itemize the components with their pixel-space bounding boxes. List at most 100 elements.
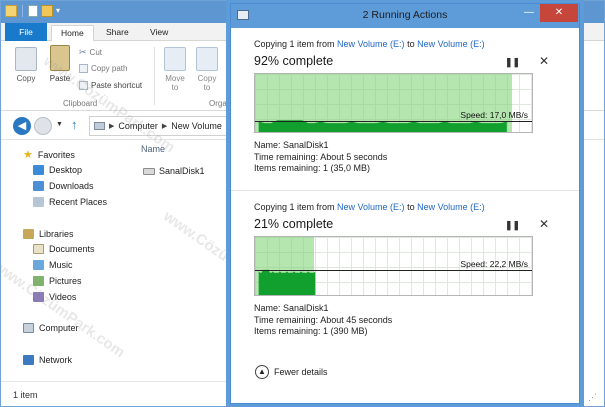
destination-link[interactable]: New Volume (E:) <box>417 39 485 49</box>
resize-grip-icon[interactable]: ⋰ <box>588 392 597 403</box>
items-remaining-detail: Items remaining: 1 (390 MB) <box>254 326 368 336</box>
chevron-up-icon: ▲ <box>255 365 269 379</box>
cancel-icon[interactable]: ✕ <box>539 54 549 68</box>
sidebar-item-favorites[interactable]: ★ Favorites <box>23 149 75 161</box>
copy-path-label: Copy path <box>91 64 128 73</box>
transfer-speed-graph: Speed: 17,0 MB/s <box>254 73 533 133</box>
sidebar-item-label: Pictures <box>49 276 82 286</box>
description-to: to <box>404 202 418 212</box>
close-button[interactable]: ✕ <box>540 4 578 22</box>
status-bar-divider <box>1 381 231 382</box>
clipboard-group-label: Clipboard <box>63 99 98 108</box>
cut-label: Cut <box>89 48 102 57</box>
libraries-icon <box>23 229 34 239</box>
virtual-disk-icon <box>143 167 155 175</box>
cancel-icon[interactable]: ✕ <box>539 217 549 231</box>
speed-history-fill <box>258 120 507 132</box>
description-prefix: Copying 1 item from <box>254 39 338 49</box>
music-icon <box>33 260 44 270</box>
organize-group-label: Orga <box>209 99 227 108</box>
move-to-button[interactable]: Move to <box>161 47 189 92</box>
pause-icon[interactable]: ❚❚ <box>505 220 520 231</box>
copy-to-button[interactable]: Copy to <box>193 47 221 92</box>
time-remaining-detail: Time remaining: About 5 seconds <box>254 151 388 162</box>
breadcrumb-computer[interactable]: Computer <box>118 121 158 131</box>
sidebar-item-music[interactable]: Music <box>33 260 73 270</box>
sidebar-item-label: Recent Places <box>49 197 108 207</box>
forward-arrow-icon[interactable] <box>34 117 52 135</box>
name-column-header[interactable]: Name <box>141 144 165 154</box>
sidebar-item-videos[interactable]: Videos <box>33 292 76 302</box>
chevron-down-icon[interactable]: ▾ <box>56 5 60 17</box>
sidebar-item-downloads[interactable]: Downloads <box>33 181 94 191</box>
paste-label: Paste <box>49 74 71 83</box>
sidebar-item-libraries[interactable]: Libraries <box>23 229 74 239</box>
back-arrow-icon[interactable]: ◀ <box>13 117 31 135</box>
sidebar-item-label: Desktop <box>49 165 83 175</box>
breadcrumb-chevron-icon[interactable]: ▶ <box>109 122 114 130</box>
copy-path-button[interactable]: Copy path <box>79 64 127 73</box>
fewer-details-label: Fewer details <box>274 367 328 377</box>
name-detail: Name: SanalDisk1 <box>254 140 329 150</box>
breadcrumb-chevron-icon[interactable]: ▶ <box>162 122 167 130</box>
sidebar-item-label: Documents <box>49 244 95 254</box>
computer-icon <box>94 122 105 130</box>
history-dropdown-icon[interactable]: ▼ <box>56 121 63 128</box>
running-actions-dialog: 2 Running Actions — ✕ Copying 1 item fro… <box>230 3 580 404</box>
sidebar-item-pictures[interactable]: Pictures <box>33 276 82 286</box>
tab-home[interactable]: Home <box>51 25 94 41</box>
star-icon: ★ <box>23 149 33 161</box>
copy-icon <box>15 47 37 71</box>
desktop-icon <box>33 165 44 175</box>
speed-history-fill <box>258 269 316 295</box>
sidebar-item-network[interactable]: Network <box>23 355 72 365</box>
pause-icon[interactable]: ❚❚ <box>505 57 520 68</box>
up-arrow-icon[interactable]: ↑ <box>71 117 78 132</box>
current-speed-line <box>255 270 532 271</box>
list-item[interactable]: SanalDisk1 <box>143 166 205 176</box>
source-link[interactable]: New Volume (E:) <box>337 202 405 212</box>
paste-shortcut-label: Paste shortcut <box>91 81 143 90</box>
description-prefix: Copying 1 item from <box>254 202 338 212</box>
network-icon <box>23 355 34 365</box>
pictures-icon <box>33 276 44 286</box>
items-remaining-detail: Items remaining: 1 (35,0 MB) <box>254 163 371 173</box>
tab-file[interactable]: File <box>5 23 47 41</box>
paste-button[interactable]: Paste <box>47 45 73 83</box>
paste-shortcut-button[interactable]: Paste shortcut <box>79 81 142 90</box>
folder-icon[interactable] <box>5 5 17 17</box>
cut-button[interactable]: ✂ Cut <box>79 47 102 58</box>
current-speed-line <box>255 120 532 122</box>
sidebar-item-label: Favorites <box>37 150 75 160</box>
description-to: to <box>404 39 418 49</box>
dialog-titlebar[interactable]: 2 Running Actions — ✕ <box>231 4 579 28</box>
properties-icon[interactable] <box>28 5 38 17</box>
source-link[interactable]: New Volume (E:) <box>337 39 405 49</box>
sidebar-item-computer[interactable]: Computer <box>23 323 79 333</box>
sidebar-item-desktop[interactable]: Desktop <box>33 165 82 175</box>
tab-share[interactable]: Share <box>97 25 138 41</box>
sidebar-item-label: Videos <box>49 292 77 302</box>
sidebar-item-recent-places[interactable]: Recent Places <box>33 197 107 207</box>
copy-button[interactable]: Copy <box>11 47 41 83</box>
address-bar[interactable]: ▶ Computer ▶ New Volume <box>89 116 239 136</box>
move-to-icon <box>164 47 186 71</box>
copy-path-icon <box>79 64 88 73</box>
percent-complete: 92% complete <box>254 54 334 68</box>
operation-description: Copying 1 item from New Volume (E:) to N… <box>254 39 485 49</box>
status-bar-item-count: 1 item <box>13 390 38 400</box>
fewer-details-button[interactable]: ▲ Fewer details <box>255 365 328 379</box>
minimize-button[interactable]: — <box>521 7 537 21</box>
name-detail: Name: SanalDisk1 <box>254 303 329 313</box>
copy-to-label: Copy to <box>197 74 217 92</box>
move-to-label: Move to <box>165 74 185 92</box>
new-folder-icon[interactable] <box>41 5 53 17</box>
ribbon-divider <box>154 47 155 105</box>
destination-link[interactable]: New Volume (E:) <box>417 202 485 212</box>
recent-places-icon <box>33 197 44 207</box>
speed-label: Speed: 22,2 MB/s <box>460 259 528 269</box>
sidebar-item-documents[interactable]: Documents <box>33 244 95 254</box>
breadcrumb-new-volume[interactable]: New Volume <box>171 121 222 131</box>
transfer-speed-graph: Speed: 22,2 MB/s <box>254 236 533 296</box>
tab-view[interactable]: View <box>141 25 177 41</box>
